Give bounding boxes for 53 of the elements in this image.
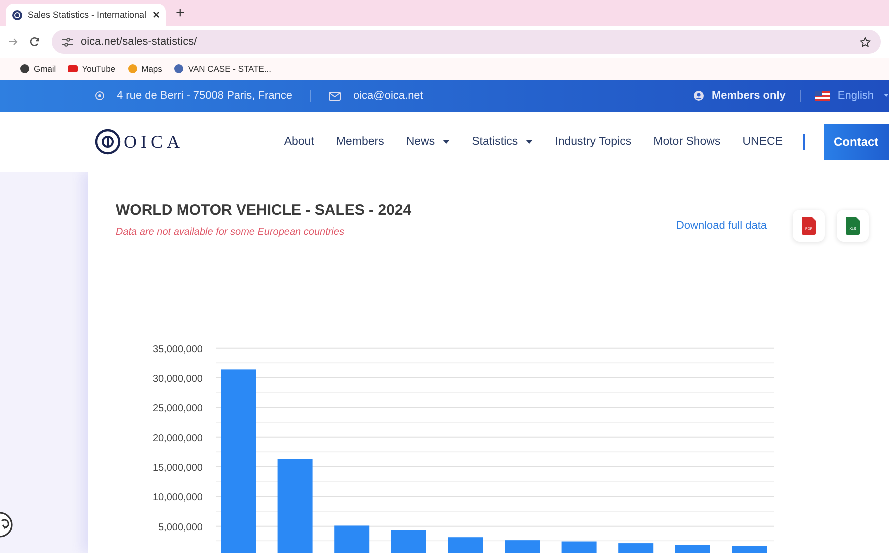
nav-link[interactable]: Motor Shows bbox=[654, 136, 721, 148]
flag-icon bbox=[814, 91, 830, 101]
chart-bar[interactable] bbox=[732, 546, 768, 553]
location-pin-icon bbox=[95, 90, 105, 102]
site-favicon-icon bbox=[12, 10, 23, 20]
axis-tick-label: 5,000,000 bbox=[158, 522, 203, 534]
site-settings-icon[interactable] bbox=[62, 38, 73, 46]
nav-link[interactable]: About bbox=[284, 136, 314, 148]
caret-icon[interactable] bbox=[443, 140, 450, 144]
axis-tick-label: 25,000,000 bbox=[152, 404, 203, 415]
email-link[interactable]: oica@oica.net bbox=[353, 90, 424, 102]
axis-tick-label: 20,000,000 bbox=[152, 433, 203, 444]
chart-bar[interactable] bbox=[278, 459, 313, 553]
nav-link[interactable]: UNECE bbox=[742, 136, 783, 148]
bookmark-link[interactable]: Maps bbox=[142, 64, 162, 74]
nav-link[interactable]: News bbox=[406, 136, 436, 148]
bookmark-link[interactable]: VAN CASE - STATE... bbox=[188, 64, 272, 74]
close-tab-button[interactable]: × bbox=[152, 8, 160, 22]
contact-button[interactable]: Contact bbox=[824, 124, 889, 160]
logo-icon[interactable] bbox=[95, 129, 121, 155]
nav-link[interactable]: Industry Topics bbox=[555, 136, 632, 148]
bookmark-icon bbox=[174, 64, 184, 74]
language-selector[interactable]: English bbox=[838, 90, 876, 102]
bookmark-icon bbox=[128, 64, 138, 74]
bookmark-link[interactable]: Gmail bbox=[34, 64, 56, 74]
axis-tick-label: 30,000,000 bbox=[152, 374, 203, 385]
axis-tick-label: 10,000,000 bbox=[152, 492, 203, 504]
page-title: WORLD MOTOR VEHICLE - SALES - 2024 bbox=[116, 202, 412, 219]
chart-bar[interactable] bbox=[448, 538, 484, 553]
bookmark-icon bbox=[68, 64, 78, 74]
user-icon bbox=[694, 91, 704, 101]
axis-tick-label: 35,000,000 bbox=[152, 344, 203, 356]
axis-tick-label: 15,000,000 bbox=[152, 463, 203, 474]
logo-wordmark[interactable]: OICA bbox=[124, 132, 184, 152]
chart-bar[interactable] bbox=[562, 542, 597, 553]
reload-icon[interactable] bbox=[30, 37, 40, 47]
envelope-icon bbox=[329, 92, 342, 100]
chart-bar[interactable] bbox=[675, 545, 710, 553]
caret-icon[interactable] bbox=[526, 140, 534, 144]
data-note: Data are not available for some European countries bbox=[116, 227, 346, 238]
bookmark-icon bbox=[20, 64, 30, 74]
nav-link[interactable]: Statistics bbox=[472, 136, 518, 148]
members-link[interactable]: Members only bbox=[712, 90, 786, 102]
nav-link[interactable]: Members bbox=[336, 136, 384, 148]
bookmark-link[interactable]: YouTube bbox=[82, 64, 116, 74]
star-icon[interactable] bbox=[860, 36, 871, 48]
address-text: 4 rue de Berri - 75008 Paris, France bbox=[117, 90, 292, 102]
new-tab-button[interactable]: + bbox=[176, 5, 185, 22]
forward-icon[interactable] bbox=[8, 37, 18, 47]
chart-bar[interactable] bbox=[334, 526, 370, 553]
download-link[interactable]: Download full data bbox=[676, 220, 767, 232]
tab-title[interactable]: Sales Statistics - International bbox=[28, 10, 148, 20]
chart-bar[interactable] bbox=[391, 530, 426, 553]
